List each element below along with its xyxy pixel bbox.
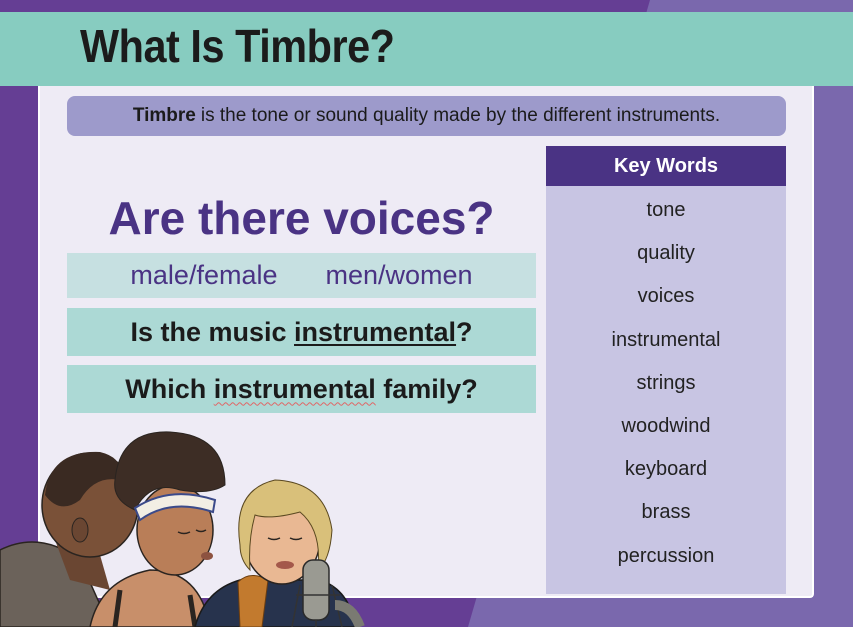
question-keyword: instrumental (294, 316, 457, 347)
question-prefix: Is the music (130, 316, 295, 347)
definition-text: is the tone or sound quality made by the… (200, 105, 721, 126)
microphone-body (302, 559, 330, 621)
question-suffix: family? (375, 373, 478, 404)
singer-3-jacket (194, 579, 356, 627)
key-word-item: strings (636, 371, 696, 394)
instrumental-question-box: Is the music instrumental ? (67, 308, 536, 356)
singer-3-mouth (276, 561, 294, 569)
slide-title: What Is Timbre? (80, 20, 395, 72)
key-word-item: percussion (617, 544, 715, 567)
key-word-item: brass (641, 501, 691, 524)
key-words-box: Key Words tone quality voices instrument… (546, 146, 786, 594)
definition-term: Timbre (132, 105, 196, 126)
key-word-item: voices (637, 285, 695, 308)
singer-1-ear (71, 517, 89, 543)
definition-box: Timbre is the tone or sound quality made… (67, 96, 786, 136)
question-keyword: instrumental (213, 373, 376, 404)
key-word-item: tone (646, 199, 686, 222)
voice-option: men/women (325, 260, 473, 290)
question-prefix: Which (125, 373, 214, 404)
key-words-list: tone quality voices instrumental strings… (546, 189, 786, 578)
key-word-item: keyboard (624, 458, 708, 481)
voices-question: Are there voices? (108, 192, 495, 244)
key-word-item: woodwind (621, 415, 711, 438)
key-words-heading: Key Words (546, 146, 786, 186)
key-word-item: quality (637, 242, 695, 265)
voice-options-box: male/female men/women (67, 253, 536, 298)
voice-option: male/female (130, 260, 278, 290)
key-word-item: instrumental (611, 328, 721, 351)
question-suffix: ? (456, 316, 473, 347)
singers-illustration (0, 431, 365, 627)
family-question-box: Which instrumental family? (67, 365, 536, 413)
singer-2-lips (201, 552, 213, 560)
